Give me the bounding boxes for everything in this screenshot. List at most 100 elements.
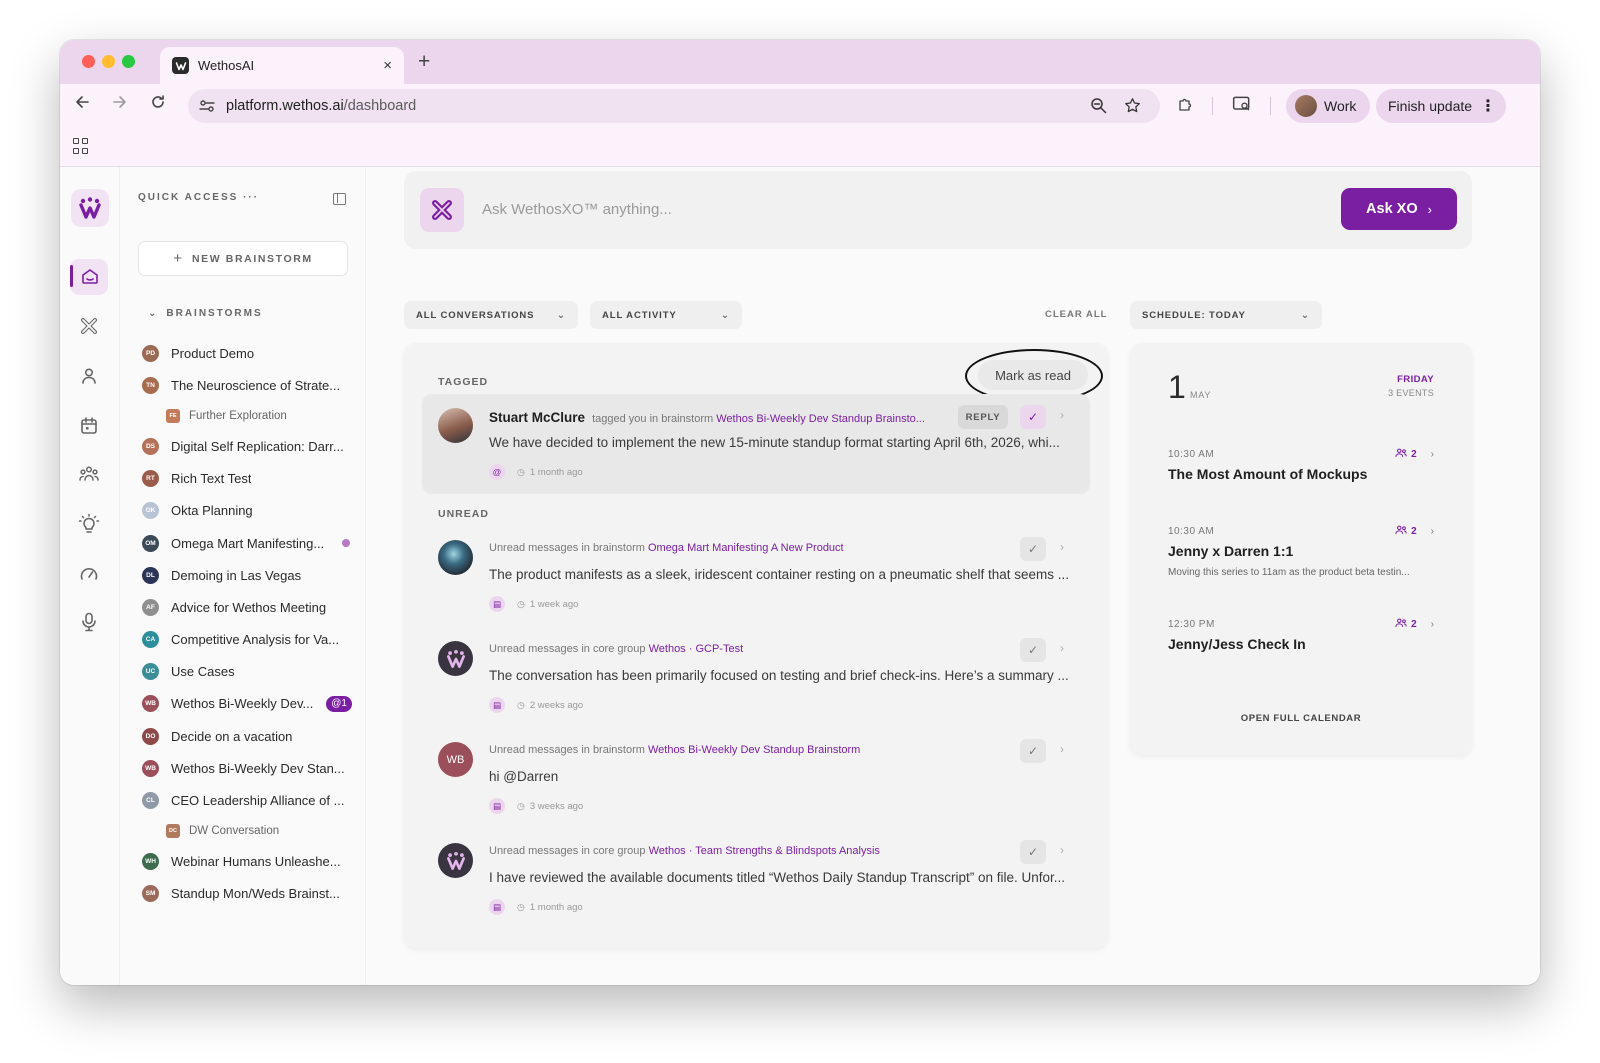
maximize-window-button[interactable]	[122, 55, 135, 68]
sidebar-item-brainstorm[interactable]: SM Standup Mon/Weds Brainst...	[142, 878, 352, 910]
sidebar-item-brainstorm[interactable]: TN The Neuroscience of Strate...	[142, 369, 352, 401]
brainstorm-label: DW Conversation	[189, 825, 280, 838]
sidebar-item-brainstorm[interactable]: DO Decide on a vacation	[142, 720, 352, 752]
collapse-sidebar-icon[interactable]	[333, 193, 346, 205]
event-title: Jenny x Darren 1:1	[1168, 543, 1294, 559]
rail-active-indicator	[70, 265, 73, 287]
mark-read-check-icon[interactable]: ✓	[1020, 537, 1046, 561]
team-icon[interactable]	[78, 463, 102, 487]
sidebar-item-brainstorm[interactable]: WH Webinar Humans Unleashe...	[142, 846, 352, 878]
bookmark-star-icon[interactable]	[1124, 97, 1141, 119]
mark-read-check-icon[interactable]: ✓	[1020, 840, 1046, 864]
calendar-icon[interactable]	[78, 415, 102, 439]
chevron-right-icon[interactable]: ›	[1060, 641, 1064, 655]
sidebar-item-brainstorm[interactable]: CA Competitive Analysis for Va...	[142, 624, 352, 656]
new-brainstorm-button[interactable]: + NEW BRAINSTORM	[138, 241, 348, 276]
chevron-down-icon: ⌄	[556, 309, 566, 321]
person-icon[interactable]	[78, 365, 102, 389]
activity-filter-dropdown[interactable]: ALL ACTIVITY ⌄	[590, 301, 742, 329]
event-attendees[interactable]: 2 ›	[1395, 525, 1434, 538]
close-tab-icon[interactable]: ×	[383, 57, 392, 74]
conversation-link[interactable]: Wethos · Team Strengths & Blindspots Ana…	[649, 845, 880, 857]
gauge-icon[interactable]	[78, 563, 102, 587]
toolbar-divider	[1270, 97, 1271, 115]
clear-all-button[interactable]: CLEAR ALL	[1045, 309, 1107, 320]
sidebar-subitem[interactable]: DC DW Conversation	[142, 817, 352, 846]
ask-xo-input[interactable]: Ask WethosXO™ anything...	[482, 201, 672, 218]
schedule-filter-dropdown[interactable]: SCHEDULE: TODAY ⌄	[1130, 301, 1322, 329]
mark-read-check-icon[interactable]: ✓	[1020, 405, 1046, 429]
sidebar-item-brainstorm[interactable]: WB Wethos Bi-Weekly Dev... @1	[142, 688, 352, 720]
finish-update-button[interactable]: Finish update ⋮	[1376, 89, 1506, 123]
unread-dot	[342, 538, 350, 547]
reload-icon[interactable]	[150, 94, 166, 115]
zoom-icon[interactable]	[1090, 97, 1107, 119]
event-attendees[interactable]: 2 ›	[1395, 448, 1434, 461]
sidebar-subitem[interactable]: FE Further Exploration	[142, 401, 352, 430]
minimize-window-button[interactable]	[102, 55, 115, 68]
chevron-right-icon[interactable]: ›	[1060, 742, 1064, 756]
open-full-calendar-link[interactable]: OPEN FULL CALENDAR	[1130, 713, 1472, 724]
brainstorms-section-toggle[interactable]: ⌄ BRAINSTORMS	[148, 308, 263, 319]
reply-button[interactable]: REPLY	[958, 405, 1008, 429]
unread-message-card[interactable]: Unread messages in core group Wethos · G…	[422, 627, 1090, 727]
conversation-link[interactable]: Omega Mart Manifesting A New Product	[648, 542, 844, 554]
brainstorm-label: Further Exploration	[189, 409, 287, 422]
chevron-right-icon[interactable]: ›	[1060, 540, 1064, 554]
apps-grid-icon[interactable]	[73, 138, 89, 154]
toolbar-divider	[1212, 97, 1213, 115]
conversation-link[interactable]: Wethos Bi-Weekly Dev Standup Brainstorm	[648, 744, 860, 756]
message-time: 1 month ago	[529, 901, 583, 913]
sidebar-item-brainstorm[interactable]: PD Product Demo	[142, 337, 352, 369]
wethos-logo-icon[interactable]	[71, 189, 109, 227]
sender-name: Stuart McClure	[489, 410, 586, 425]
conversations-filter-dropdown[interactable]: ALL CONVERSATIONS ⌄	[404, 301, 578, 329]
lightbulb-icon[interactable]	[78, 513, 102, 537]
sidebar-item-brainstorm[interactable]: DS Digital Self Replication: Darr...	[142, 430, 352, 462]
message-meta: @ ◷ 1 month ago	[489, 464, 583, 480]
microphone-icon[interactable]	[78, 611, 102, 635]
back-arrow-icon[interactable]	[74, 94, 90, 115]
tagged-message-card[interactable]: Stuart McClure tagged you in brainstorm …	[422, 394, 1090, 494]
calendar-event[interactable]: 10:30 AM Jenny x Darren 1:1 Moving this se…	[1168, 526, 1434, 578]
new-tab-button[interactable]: +	[418, 50, 430, 74]
extensions-puzzle-icon[interactable]	[1177, 95, 1195, 118]
close-window-button[interactable]	[82, 55, 95, 68]
quick-access-more-icon[interactable]: ···	[243, 192, 259, 203]
mark-read-check-icon[interactable]: ✓	[1020, 638, 1046, 662]
sidebar-item-brainstorm[interactable]: UC Use Cases	[142, 656, 352, 688]
brainstorm-avatar: OM	[142, 534, 159, 552]
conversation-link[interactable]: Wethos · GCP-Test	[649, 643, 744, 655]
profile-button[interactable]: Work	[1286, 89, 1370, 123]
browser-tab[interactable]: WethosAI ×	[160, 47, 404, 84]
tab-search-icon[interactable]	[1232, 95, 1252, 118]
wethos-avatar-icon	[438, 641, 473, 676]
sidebar-item-brainstorm[interactable]: CL CEO Leadership Alliance of ...	[142, 784, 352, 816]
unread-message-card[interactable]: Unread messages in core group Wethos · T…	[422, 829, 1090, 929]
forward-arrow-icon[interactable]	[112, 94, 128, 115]
xo-icon[interactable]	[78, 315, 102, 339]
unread-message-card[interactable]: Unread messages in brainstorm Omega Mart…	[422, 526, 1090, 626]
sidebar-item-brainstorm[interactable]: OK Okta Planning	[142, 495, 352, 527]
sidebar-item-brainstorm[interactable]: RT Rich Text Test	[142, 463, 352, 495]
chevron-right-icon[interactable]: ›	[1060, 843, 1064, 857]
mention-badge: @1	[326, 695, 352, 712]
chevron-right-icon[interactable]: ›	[1060, 408, 1064, 422]
brainstorm-avatar: WB	[142, 759, 159, 777]
mark-read-check-icon[interactable]: ✓	[1020, 739, 1046, 763]
address-bar[interactable]: platform.wethos.ai/dashboard	[188, 89, 1160, 123]
brainstorm-link[interactable]: Wethos Bi-Weekly Dev Standup Brainsto...	[716, 413, 925, 425]
calendar-event[interactable]: 12:30 PM Jenny/Jess Check In	[1168, 619, 1434, 652]
calendar-event[interactable]: 10:30 AM The Most Amount of Mockups	[1168, 449, 1434, 482]
sidebar-item-brainstorm[interactable]: OM Omega Mart Manifesting...	[142, 527, 352, 559]
event-attendees[interactable]: 2 ›	[1395, 618, 1434, 631]
ask-xo-button[interactable]: Ask XO ›	[1341, 188, 1457, 230]
sidebar-item-brainstorm[interactable]: DL Demoing in Las Vegas	[142, 559, 352, 591]
chat-bubble-icon: ▤	[489, 596, 505, 612]
home-icon[interactable]	[79, 265, 103, 289]
new-brainstorm-label: NEW BRAINSTORM	[191, 252, 313, 265]
sidebar-item-brainstorm[interactable]: AF Advice for Wethos Meeting	[142, 591, 352, 623]
site-settings-icon[interactable]	[198, 97, 216, 115]
unread-message-card[interactable]: WB Unread messages in brainstorm Wethos B…	[422, 728, 1090, 828]
sidebar-item-brainstorm[interactable]: WB Wethos Bi-Weekly Dev Stan...	[142, 752, 352, 784]
